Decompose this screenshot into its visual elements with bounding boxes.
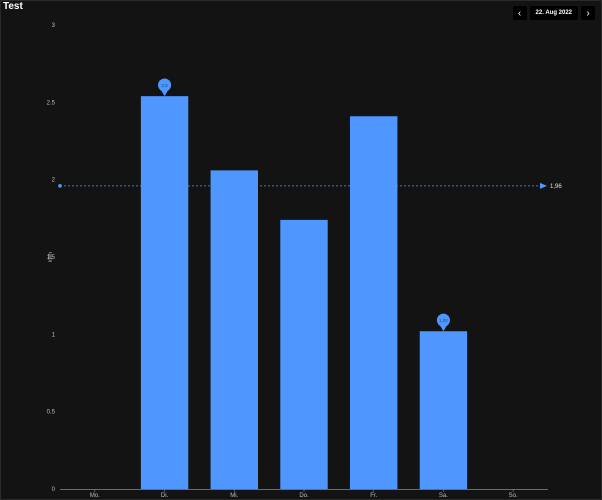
- bar-mi: [210, 170, 258, 490]
- x-tick-label: Sa.: [439, 493, 448, 499]
- bar-fr: [350, 116, 398, 490]
- bar-chart: 00.511.522.53kWhMo. Di. Mi. Do. Fr. Sa. So.1,9…: [47, 23, 563, 499]
- y-tick-label: 2.5: [47, 100, 56, 106]
- y-tick-label: 3: [52, 23, 56, 29]
- marker-label: 1,02: [439, 318, 448, 323]
- average-line-arrow-icon: [540, 182, 547, 189]
- bar-sa: [419, 331, 468, 489]
- y-axis-label: kWh: [48, 252, 54, 262]
- average-line-start-dot: [58, 184, 62, 188]
- x-tick-label: Mo.: [90, 493, 100, 499]
- y-tick-label: 2: [52, 178, 56, 184]
- bar-do: [280, 219, 328, 489]
- y-tick-label: 0.5: [47, 410, 56, 416]
- bar-di: [140, 96, 189, 489]
- average-line-label: 1,96: [550, 184, 562, 190]
- x-tick-label: Do.: [299, 493, 309, 499]
- x-tick-label: Fr.: [370, 493, 377, 499]
- marker-label: 2,5: [161, 83, 168, 88]
- x-tick-label: So.: [509, 493, 518, 499]
- y-tick-label: 0: [52, 487, 56, 493]
- y-tick-label: 1: [52, 332, 56, 338]
- x-tick-label: Di.: [161, 493, 169, 499]
- x-tick-label: Mi.: [230, 493, 238, 499]
